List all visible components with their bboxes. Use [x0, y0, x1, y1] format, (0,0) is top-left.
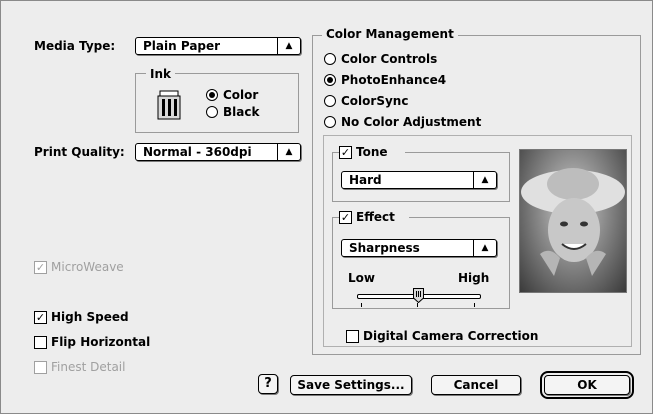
slider-low-label: Low — [348, 271, 375, 285]
effect-popup[interactable]: Sharpness ▲ — [341, 239, 497, 257]
checkmark-icon: ✓ — [34, 261, 47, 274]
slider-high-label: High — [458, 271, 490, 285]
effect-level-slider[interactable] — [357, 287, 481, 309]
help-icon: ? — [264, 376, 272, 391]
ink-bottle-icon — [156, 89, 182, 121]
media-type-label: Media Type: — [34, 39, 116, 53]
popup-arrow-icon: ▲ — [473, 240, 496, 256]
radio-selected-icon — [206, 89, 218, 101]
radio-empty-icon — [324, 53, 336, 65]
finest-detail-label: Finest Detail — [51, 360, 126, 374]
effect-value: Sharpness — [349, 241, 420, 255]
microweave-label: MicroWeave — [51, 260, 124, 274]
sample-photo-image — [519, 149, 627, 293]
slider-tick — [361, 303, 362, 307]
ink-group-title: Ink — [146, 67, 175, 81]
no-color-adjustment-label: No Color Adjustment — [341, 115, 482, 129]
tone-popup[interactable]: Hard ▲ — [341, 171, 497, 189]
photoenhance-label: PhotoEnhance4 — [341, 73, 447, 87]
print-quality-popup[interactable]: Normal - 360dpi ▲ — [135, 143, 301, 161]
media-type-value: Plain Paper — [143, 39, 221, 53]
radio-empty-icon — [206, 106, 218, 118]
ok-button[interactable]: OK — [540, 371, 634, 399]
checkmark-icon: ✓ — [339, 211, 352, 224]
radio-selected-icon — [324, 74, 336, 86]
color-management-title: Color Management — [322, 27, 458, 41]
effect-checkbox[interactable]: ✓ Effect — [339, 210, 409, 226]
ink-black-label: Black — [223, 105, 260, 119]
popup-arrow-icon: ▲ — [277, 144, 300, 160]
radio-empty-icon — [324, 116, 336, 128]
checkbox-empty-icon — [34, 336, 47, 349]
media-type-popup[interactable]: Plain Paper ▲ — [135, 37, 301, 55]
print-quality-value: Normal - 360dpi — [143, 145, 252, 159]
checkmark-icon: ✓ — [34, 311, 47, 324]
cancel-button[interactable]: Cancel — [431, 375, 521, 395]
print-quality-label: Print Quality: — [34, 145, 125, 159]
radio-empty-icon — [324, 95, 336, 107]
checkbox-empty-icon — [34, 361, 47, 374]
tone-label: Tone — [356, 145, 388, 159]
flip-horizontal-label: Flip Horizontal — [51, 335, 151, 349]
checkbox-empty-icon — [346, 330, 359, 343]
tone-value: Hard — [349, 173, 382, 187]
save-settings-button[interactable]: Save Settings... — [290, 375, 412, 395]
popup-arrow-icon: ▲ — [473, 172, 496, 188]
effect-label: Effect — [356, 210, 395, 224]
ink-color-label: Color — [223, 88, 259, 102]
digital-camera-correction-label: Digital Camera Correction — [363, 329, 539, 343]
checkmark-icon: ✓ — [339, 146, 352, 159]
slider-thumb[interactable] — [413, 288, 424, 304]
help-button[interactable]: ? — [258, 374, 278, 394]
high-speed-label: High Speed — [51, 310, 129, 324]
color-controls-label: Color Controls — [341, 52, 438, 66]
tone-checkbox[interactable]: ✓ Tone — [339, 145, 405, 161]
print-options-dialog: Media Type: Plain Paper ▲ Ink Color Blac… — [0, 0, 653, 414]
popup-arrow-icon: ▲ — [277, 38, 300, 54]
slider-tick — [417, 303, 418, 307]
slider-tick — [474, 303, 475, 307]
colorsync-label: ColorSync — [341, 94, 409, 108]
